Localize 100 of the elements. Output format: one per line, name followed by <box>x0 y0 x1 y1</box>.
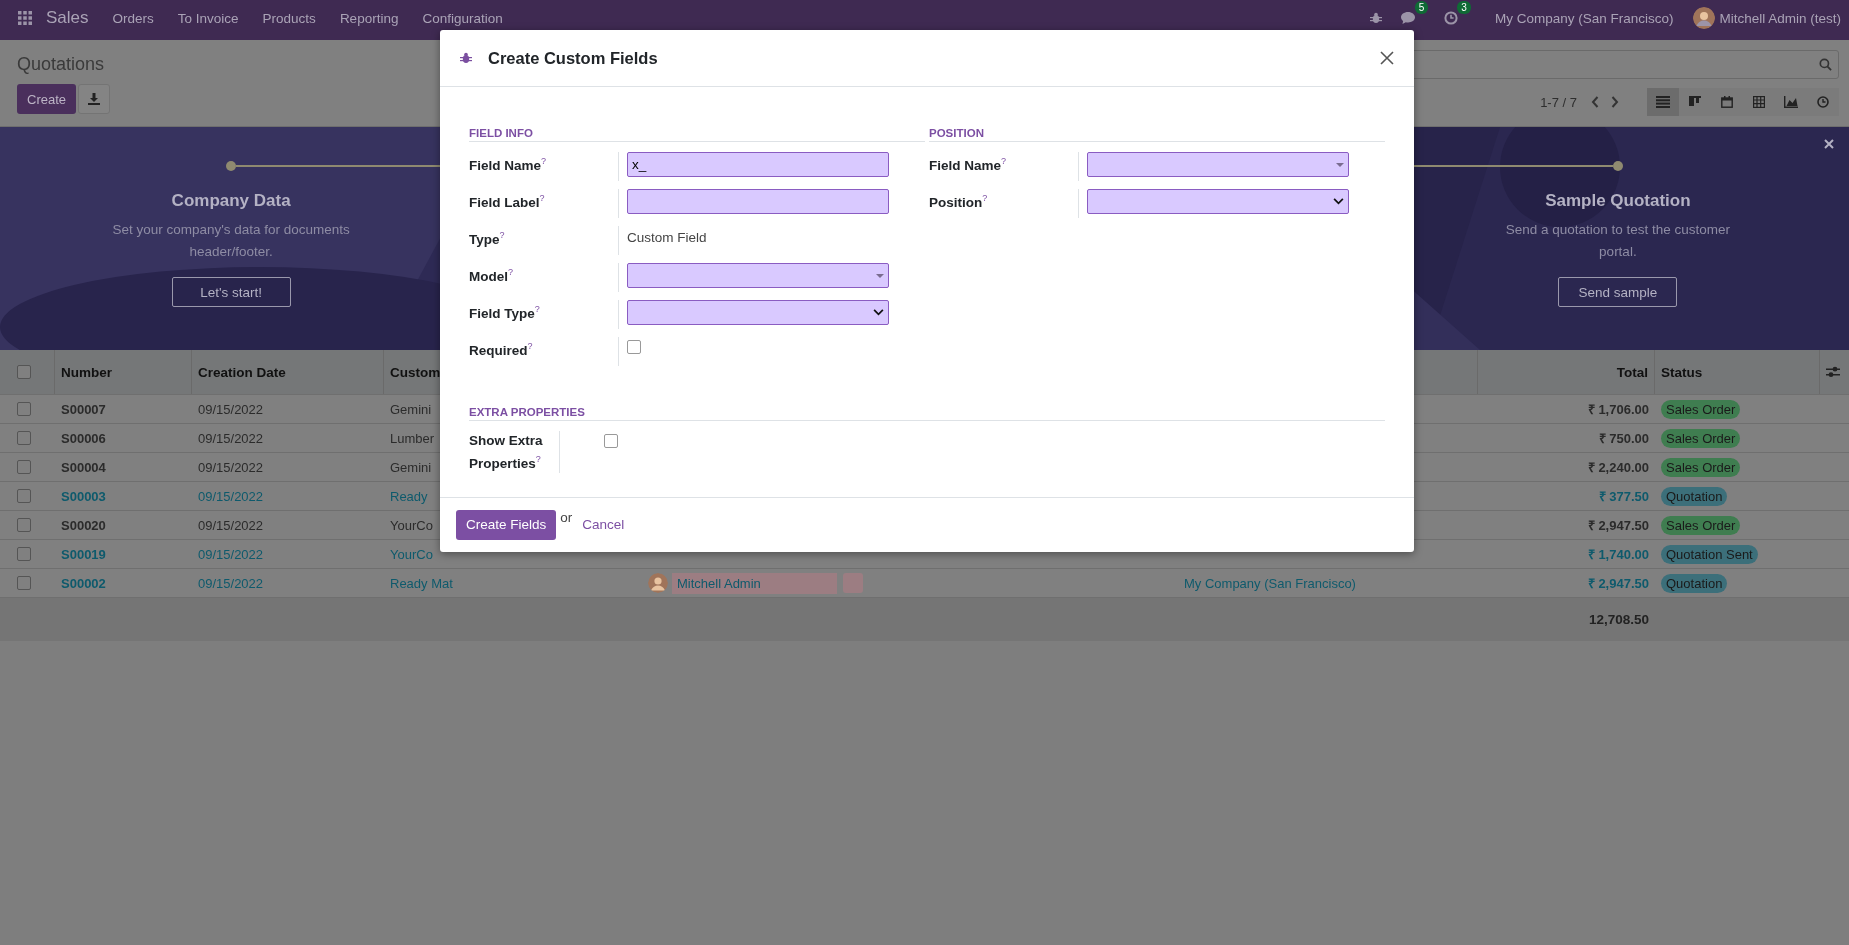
cancel-link[interactable]: Cancel <box>582 516 625 532</box>
customer-name: Lumber <box>390 430 435 446</box>
chevron-icon <box>1333 198 1344 205</box>
step-title: Company Data <box>171 191 291 211</box>
checkbox[interactable] <box>627 340 641 354</box>
section-heading: FIELD INFO <box>469 127 925 142</box>
customer-name: YourCo <box>390 546 433 562</box>
row-checkbox[interactable] <box>17 431 31 445</box>
pager-value[interactable]: 1-7 / 7 <box>1540 94 1577 110</box>
input-field[interactable]: x_ <box>627 152 889 177</box>
list-view-button[interactable] <box>1647 88 1679 116</box>
caret-icon <box>1336 162 1344 167</box>
order-number: S00007 <box>61 401 106 417</box>
next-icon[interactable] <box>1611 96 1619 108</box>
creation-date: 09/15/2022 <box>198 546 264 562</box>
activity-count-badge: 3 <box>1457 1 1471 14</box>
row-checkbox[interactable] <box>17 460 31 474</box>
column-settings-icon[interactable] <box>1826 366 1840 378</box>
bug-icon[interactable] <box>1369 12 1382 24</box>
field-label: Field Type$^{?}$ <box>469 300 619 329</box>
order-total: ₹ 2,947.50 <box>1587 575 1649 592</box>
activity-indicator <box>843 573 863 593</box>
order-number: S00003 <box>61 488 106 504</box>
company-name: My Company (San Francisco) <box>1184 575 1356 591</box>
create-fields-button[interactable]: Create Fields <box>456 509 557 540</box>
breadcrumb-title: Quotations <box>17 54 106 75</box>
row-checkbox[interactable] <box>17 489 31 503</box>
status-badge: Sales Order <box>1661 399 1741 419</box>
field-label: Field Name$^{?}$ <box>929 152 1079 181</box>
status-badge: Sales Order <box>1661 428 1741 448</box>
row-checkbox[interactable] <box>17 518 31 532</box>
order-number: S00004 <box>61 459 106 475</box>
dialog-title: Create Custom Fields <box>488 48 658 68</box>
select-all-checkbox[interactable] <box>17 365 31 379</box>
download-button[interactable] <box>78 84 111 114</box>
creation-date: 09/15/2022 <box>198 401 264 417</box>
field-label: Position$^{?}$ <box>929 189 1079 218</box>
row-checkbox[interactable] <box>17 576 31 590</box>
download-icon <box>88 93 101 105</box>
creation-date: 09/15/2022 <box>198 575 264 591</box>
chat-icon[interactable] <box>1399 11 1416 25</box>
dropdown-field[interactable] <box>1087 152 1349 177</box>
order-number: S00019 <box>61 546 106 562</box>
order-total: ₹ 2,240.00 <box>1587 459 1649 476</box>
close-icon[interactable] <box>1824 139 1834 149</box>
select-field[interactable] <box>627 300 889 325</box>
search-icon[interactable] <box>1819 58 1832 71</box>
user-menu[interactable]: Mitchell Admin (test) <box>1719 10 1841 26</box>
section-heading: POSITION <box>929 127 1385 142</box>
clock-icon <box>1817 96 1829 108</box>
order-total: ₹ 2,947.50 <box>1587 517 1649 534</box>
menu-item[interactable]: Products <box>250 10 328 26</box>
menu-item[interactable]: Configuration <box>410 10 515 26</box>
or-text: or <box>560 509 573 525</box>
apps-menu-icon[interactable] <box>18 11 32 25</box>
status-badge: Quotation <box>1661 573 1728 593</box>
customer-name: Ready <box>390 488 428 504</box>
field-label: Show Extra Properties$^{?}$ <box>469 431 560 473</box>
order-total: ₹ 1,740.00 <box>1587 546 1649 563</box>
create-button[interactable]: Create <box>17 84 77 114</box>
clock-icon[interactable] <box>1444 11 1459 25</box>
status-badge: Sales Order <box>1661 515 1741 535</box>
company-switcher[interactable]: My Company (San Francisco) <box>1494 10 1674 26</box>
row-checkbox[interactable] <box>17 402 31 416</box>
kanban-icon <box>1689 96 1701 108</box>
status-badge: Quotation <box>1661 486 1728 506</box>
grid-icon <box>1753 96 1765 108</box>
caret-icon <box>876 273 884 278</box>
order-total: ₹ 1,706.00 <box>1587 401 1649 418</box>
grand-total: 12,708.50 <box>1588 612 1649 627</box>
step-button[interactable]: Send sample <box>1558 277 1678 307</box>
close-icon[interactable] <box>1380 51 1394 65</box>
field-value: Custom Field <box>627 229 707 245</box>
step-description: Send a quotation to test the customer portal. <box>1504 221 1732 261</box>
menu-item[interactable]: Orders <box>100 10 166 26</box>
field-label: Field Name$^{?}$ <box>469 152 619 181</box>
row-checkbox[interactable] <box>17 547 31 561</box>
creation-date: 09/15/2022 <box>198 488 264 504</box>
order-number: S00020 <box>61 517 106 533</box>
previous-icon[interactable] <box>1591 96 1599 108</box>
chevron-icon <box>873 309 884 316</box>
step-title: Sample Quotation <box>1545 191 1691 211</box>
field-label: Required$^{?}$ <box>469 337 619 366</box>
menu-item[interactable]: Reporting <box>327 10 411 26</box>
dropdown-field[interactable] <box>627 263 889 288</box>
select-field[interactable] <box>1087 189 1349 214</box>
avatar-icon[interactable] <box>1693 7 1716 29</box>
checkbox[interactable] <box>604 434 618 448</box>
customer-name: Gemini <box>390 459 432 475</box>
step-dot <box>1612 161 1623 171</box>
creation-date: 09/15/2022 <box>198 517 264 533</box>
input-field[interactable] <box>627 189 889 214</box>
chart-icon <box>1784 96 1798 108</box>
app-name[interactable]: Sales <box>46 8 89 28</box>
menu-item[interactable]: To Invoice <box>165 10 251 26</box>
customer-name: YourCo <box>390 517 433 533</box>
customer-name: Gemini <box>390 401 432 417</box>
order-number: S00002 <box>61 575 106 591</box>
step-button[interactable]: Let's start! <box>171 277 291 307</box>
section-heading: EXTRA PROPERTIES <box>469 406 1385 421</box>
